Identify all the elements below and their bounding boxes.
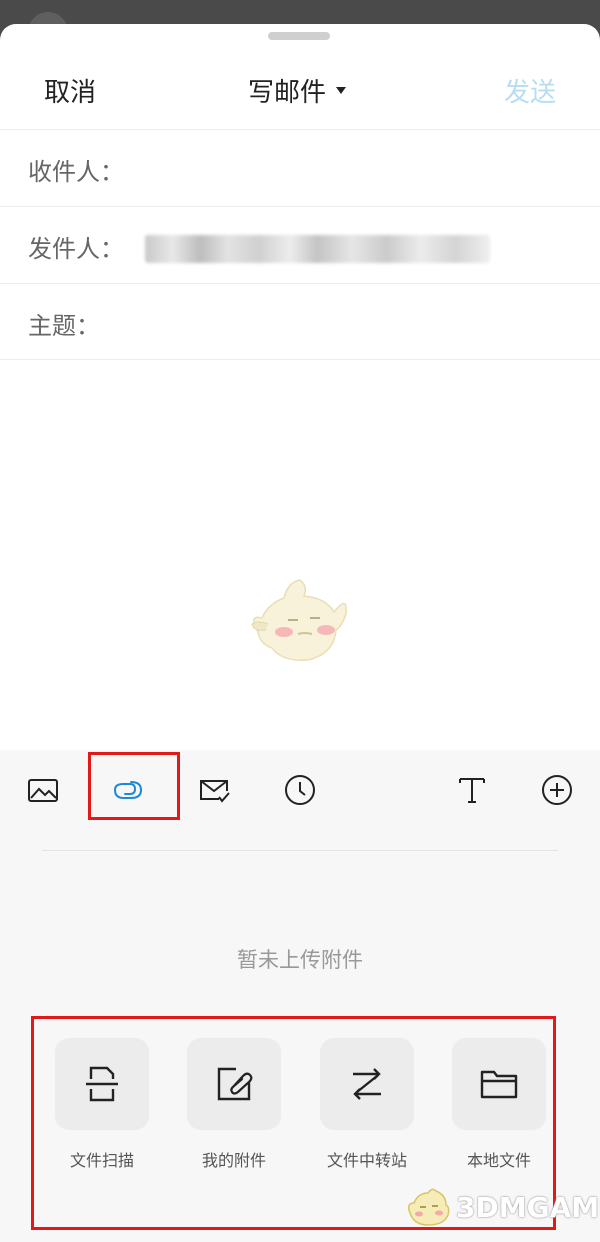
image-button[interactable] [25,772,61,808]
from-field[interactable]: 发件人： [0,206,600,283]
tool-panel: 暂未上传附件 文件扫描 我的附件 文件中转站 本地文件 [0,750,600,1242]
local-files-label: 本地文件 [466,1151,531,1170]
my-attachment-icon [217,1067,253,1101]
caret-down-icon [336,87,347,94]
local-files-button[interactable] [452,1038,546,1130]
to-field[interactable]: 收件人： [0,129,600,206]
compose-header: 取消 写邮件 发送 [0,64,600,118]
compose-toolbar [0,750,600,826]
from-label: 发件人： [28,235,124,263]
sender-email-blurred [145,235,490,263]
schedule-button[interactable] [282,772,318,808]
toolbar-divider [42,850,558,851]
my-attachments-button[interactable] [187,1038,281,1130]
cancel-button[interactable]: 取消 [44,72,96,109]
scan-file-label: 文件扫描 [69,1151,134,1170]
mascot-illustration [251,579,347,661]
mail-check-icon [200,780,230,803]
text-format-button[interactable] [454,772,490,808]
attachment-highlight-box [88,752,180,820]
compose-sheet: 取消 写邮件 发送 收件人： 发件人： 主题： 暂未上传附件 文件扫描 我的附件… [0,24,600,1242]
to-label: 收件人： [28,158,124,186]
my-attachments-label: 我的附件 [201,1151,266,1170]
watermark-mascot-icon [407,1188,450,1226]
empty-attachments-text: 暂未上传附件 [237,948,363,972]
more-button[interactable] [539,772,575,808]
subject-field[interactable]: 主题： [0,283,600,360]
folder-icon [480,1070,518,1099]
file-transfer-label: 文件中转站 [326,1151,407,1170]
watermark: 3DMGAME [404,1184,600,1230]
clock-icon [285,775,315,805]
subject-label: 主题： [28,312,100,340]
mail-check-button[interactable] [196,772,232,808]
scan-file-button[interactable] [55,1038,149,1130]
scan-file-icon [86,1066,118,1102]
transfer-icon [353,1068,381,1100]
text-format-icon [459,778,485,803]
plus-icon [542,775,572,805]
page-title: 写邮件 [248,78,327,108]
compose-title-dropdown[interactable]: 写邮件 [248,72,347,109]
send-button[interactable]: 发送 [504,72,556,109]
image-icon [28,779,58,802]
drag-handle[interactable] [268,32,330,40]
watermark-text: 3DMGAME [456,1190,600,1224]
file-transfer-button[interactable] [320,1038,414,1130]
